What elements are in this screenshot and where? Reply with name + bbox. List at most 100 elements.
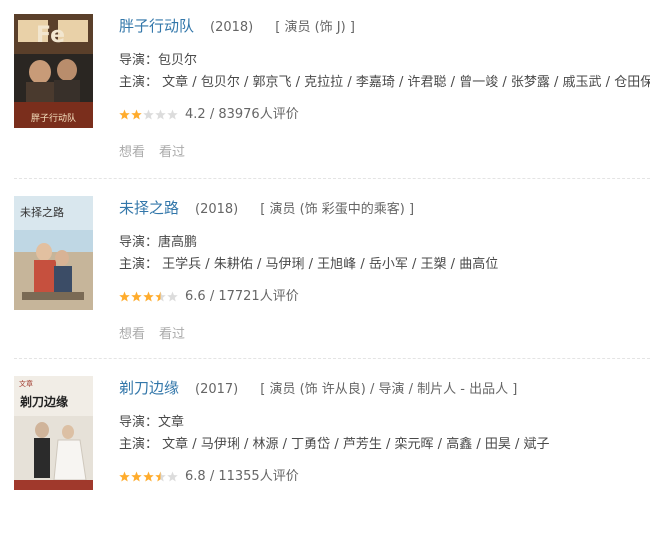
movie-entry: 未择之路 未择之路 (2018)[ 演员 (饰 彩蛋中的乘客) ] 导演：唐高鹏 …: [0, 196, 650, 356]
star-icon: [119, 291, 130, 302]
cast-member-link[interactable]: 高鑫: [446, 437, 472, 452]
poster-title: 胖子行动队: [31, 112, 76, 124]
director-label: 导演：: [119, 53, 159, 68]
rating-score: 6.8: [185, 469, 206, 484]
cast-member-link[interactable]: 林源: [253, 437, 279, 452]
cast-separator: /: [188, 437, 201, 452]
cast-separator: /: [330, 437, 343, 452]
star-icon: [131, 471, 142, 482]
cast-separator: /: [407, 257, 421, 272]
svg-text:Fe: Fe: [36, 23, 65, 48]
movie-title-link[interactable]: 胖子行动队: [119, 17, 194, 35]
movie-poster[interactable]: 未择之路: [14, 196, 93, 310]
movie-role: [ 演员 (饰 彩蛋中的乘客) ]: [260, 202, 415, 217]
director-name[interactable]: 唐高鹏: [158, 235, 197, 250]
want-to-watch-link[interactable]: 想看: [119, 145, 145, 160]
want-to-watch-link[interactable]: 想看: [119, 327, 145, 342]
cast-member-link[interactable]: 文章: [162, 75, 188, 90]
rating-votes: 17721人评价: [218, 289, 299, 304]
cast-member-link[interactable]: 张梦露: [511, 75, 550, 90]
star-icon: [155, 291, 166, 302]
cast-member-link[interactable]: 戚玉武: [563, 75, 602, 90]
cast-separator: /: [381, 437, 395, 452]
rating-stars: [119, 470, 179, 488]
cast-member-link[interactable]: 芦芳生: [343, 437, 382, 452]
cast-member-link[interactable]: 文章: [162, 437, 188, 452]
cast-separator: /: [278, 437, 292, 452]
cast-member-link[interactable]: 李嘉琦: [356, 75, 395, 90]
movie-year: (2018): [210, 20, 254, 35]
cast-label: 主演：: [119, 75, 159, 90]
star-icon: [167, 109, 178, 120]
cast-separator: /: [252, 257, 266, 272]
cast-member-link[interactable]: 王旭峰: [317, 257, 356, 272]
watched-link[interactable]: 看过: [159, 145, 185, 160]
rating-votes: 11355人评价: [218, 469, 299, 484]
cast-member-link[interactable]: 曾一竣: [459, 75, 498, 90]
cast-separator: /: [446, 257, 460, 272]
title-line: 未择之路 (2018) [ 演员 (饰 彩蛋中的乘客) ]: [119, 197, 414, 219]
movie-poster[interactable]: Fe 胖子行动队: [14, 14, 93, 128]
cast-member-link[interactable]: 斌子: [524, 437, 550, 452]
cast-member-link[interactable]: 马伊琍: [266, 257, 305, 272]
cast-member-link[interactable]: 许君聪: [408, 75, 447, 90]
star-rating-graphic: [119, 471, 178, 482]
rating-stars: [119, 108, 179, 126]
cast-separator: /: [601, 75, 615, 90]
cast-member-link[interactable]: 栾元晖: [395, 437, 434, 452]
movie-title-link[interactable]: 剃刀边缘: [119, 379, 179, 397]
cast-label: 主演：: [119, 257, 159, 272]
movie-entry: 文章 剃刀边缘 剃刀边缘 (2017) [ 演员 (饰 许从良) / 导演 / 制片…: [0, 376, 650, 536]
star-icon: [155, 109, 166, 120]
movie-role: [ 演员 (饰 J) ]: [275, 20, 355, 35]
cast-member-link[interactable]: 王学兵: [162, 257, 201, 272]
director-line: 导演：包贝尔: [119, 51, 197, 71]
director-label: 导演：: [119, 415, 159, 430]
rating-score: 6.6: [185, 289, 206, 304]
cast-member-link[interactable]: 郭京飞: [253, 75, 292, 90]
movie-role: [ 演员 (饰 许从良) / 导演 / 制片人 - 出品人 ]: [260, 382, 518, 397]
cast-member-link[interactable]: 仓田保: [614, 75, 650, 90]
rating-stars: [119, 290, 179, 308]
cast-separator: /: [291, 75, 305, 90]
cast-separator: /: [446, 75, 460, 90]
star-icon: [119, 471, 130, 482]
cast-member-link[interactable]: 王槊: [421, 257, 447, 272]
movie-poster[interactable]: 文章 剃刀边缘: [14, 376, 93, 490]
cast-separator: /: [549, 75, 563, 90]
cast-separator: /: [394, 75, 408, 90]
actions: 想看 看过: [119, 141, 199, 160]
cast-member-link[interactable]: 包贝尔: [201, 75, 240, 90]
director-name[interactable]: 文章: [158, 415, 184, 430]
cast-member-link[interactable]: 朱耕佑: [214, 257, 253, 272]
cast-member-link[interactable]: 丁勇岱: [291, 437, 330, 452]
star-rating-graphic: [119, 109, 178, 120]
cast-member-link[interactable]: 马伊琍: [201, 437, 240, 452]
cast-member-link[interactable]: 曲高位: [459, 257, 498, 272]
star-icon: [167, 471, 178, 482]
director-name[interactable]: 包贝尔: [158, 53, 197, 68]
movie-entry: Fe 胖子行动队 胖子行动队 (2018)[ 演员 (饰 J) ] 导演：包贝尔 …: [0, 14, 650, 174]
watched-link[interactable]: 看过: [159, 327, 185, 342]
rating-line: 6.8 / 11355人评价: [119, 468, 299, 486]
cast-separator: /: [304, 257, 318, 272]
star-icon: [143, 291, 154, 302]
poster-title: 未择之路: [20, 205, 64, 219]
rating-score: 4.2: [185, 107, 206, 122]
title-line: 剃刀边缘 (2017) [ 演员 (饰 许从良) / 导演 / 制片人 - 出品人 …: [119, 377, 517, 399]
cast-separator: /: [239, 437, 253, 452]
director-line: 导演：文章: [119, 413, 184, 433]
cast-separator: /: [239, 75, 253, 90]
movie-year: (2018): [195, 202, 239, 217]
star-rating-graphic: [119, 291, 178, 302]
rating-votes: 83976人评价: [218, 107, 299, 122]
cast-member-link[interactable]: 克拉拉: [304, 75, 343, 90]
star-icon: [119, 109, 130, 120]
cast-member-link[interactable]: 田昊: [485, 437, 511, 452]
actions: 想看 看过: [119, 323, 199, 342]
divider: [14, 178, 650, 179]
cast-member-link[interactable]: 岳小军: [369, 257, 408, 272]
cast-separator: /: [472, 437, 485, 452]
movie-title-link[interactable]: 未择之路: [119, 199, 179, 217]
rating-line: 6.6 / 17721人评价: [119, 288, 299, 306]
